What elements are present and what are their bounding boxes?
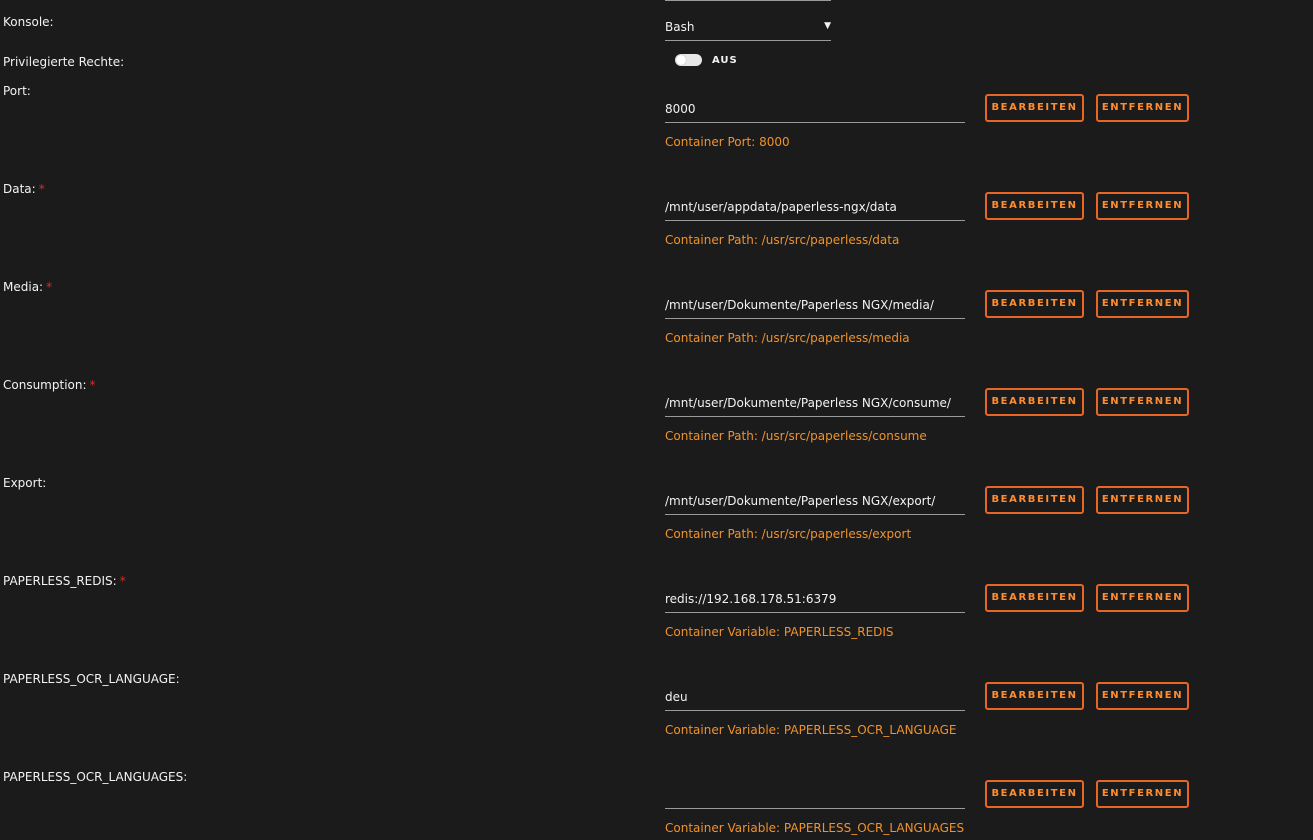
config-value-text: /mnt/user/appdata/paperless-ngx/data xyxy=(665,200,897,214)
remove-button[interactable]: ENTFERNEN xyxy=(1096,486,1189,514)
edit-button[interactable]: BEARBEITEN xyxy=(985,290,1084,318)
config-value-field[interactable]: 8000 xyxy=(665,98,965,123)
remove-button[interactable]: ENTFERNEN xyxy=(1096,94,1189,122)
remove-button[interactable]: ENTFERNEN xyxy=(1096,682,1189,710)
config-value-text: 8000 xyxy=(665,102,696,116)
config-label-text: Data: xyxy=(3,182,36,196)
config-value-field[interactable]: deu xyxy=(665,686,965,711)
toggle-knob xyxy=(676,55,686,65)
config-label: Media: * xyxy=(3,280,52,294)
config-value-text: deu xyxy=(665,690,688,704)
config-label-text: Consumption: xyxy=(3,378,87,392)
container-mapping-hint: Container Port: 8000 xyxy=(665,135,790,149)
edit-button[interactable]: BEARBEITEN xyxy=(985,682,1084,710)
config-label-text: PAPERLESS_REDIS: xyxy=(3,574,117,588)
edit-button[interactable]: BEARBEITEN xyxy=(985,388,1084,416)
privileged-toggle[interactable] xyxy=(675,54,702,66)
container-mapping-hint: Container Path: /usr/src/paperless/expor… xyxy=(665,527,912,541)
config-label: Consumption: * xyxy=(3,378,96,392)
edit-button[interactable]: BEARBEITEN xyxy=(985,192,1084,220)
container-mapping-hint: Container Path: /usr/src/paperless/consu… xyxy=(665,429,927,443)
remove-button[interactable]: ENTFERNEN xyxy=(1096,780,1189,808)
config-label: PAPERLESS_OCR_LANGUAGE: xyxy=(3,672,180,686)
config-label-text: PAPERLESS_OCR_LANGUAGE: xyxy=(3,672,180,686)
required-marker: * xyxy=(38,182,45,196)
edit-button[interactable]: BEARBEITEN xyxy=(985,584,1084,612)
container-settings-page: Konsole: Bash ▼ Privilegierte Rechte: AU… xyxy=(0,0,1313,840)
console-label: Konsole: xyxy=(3,15,54,29)
console-select[interactable]: Bash ▼ xyxy=(665,14,831,41)
config-value-text: redis://192.168.178.51:6379 xyxy=(665,592,837,606)
config-value-field[interactable]: /mnt/user/Dokumente/Paperless NGX/media/ xyxy=(665,294,965,319)
config-value-text: /mnt/user/Dokumente/Paperless NGX/consum… xyxy=(665,396,951,410)
config-label: Port: xyxy=(3,84,31,98)
console-select-value: Bash xyxy=(665,20,695,34)
privileged-label: Privilegierte Rechte: xyxy=(3,55,125,69)
container-mapping-hint: Container Path: /usr/src/paperless/data xyxy=(665,233,900,247)
config-value-text: /mnt/user/Dokumente/Paperless NGX/media/ xyxy=(665,298,934,312)
config-value-text: /mnt/user/Dokumente/Paperless NGX/export… xyxy=(665,494,936,508)
required-marker: * xyxy=(119,574,126,588)
container-mapping-hint: Container Path: /usr/src/paperless/media xyxy=(665,331,910,345)
config-label-text: Export: xyxy=(3,476,47,490)
container-mapping-hint: Container Variable: PAPERLESS_OCR_LANGUA… xyxy=(665,821,965,835)
config-value-field[interactable]: /mnt/user/Dokumente/Paperless NGX/consum… xyxy=(665,392,965,417)
config-value-field[interactable]: /mnt/user/Dokumente/Paperless NGX/export… xyxy=(665,490,965,515)
config-label: PAPERLESS_OCR_LANGUAGES: xyxy=(3,770,187,784)
config-label-text: PAPERLESS_OCR_LANGUAGES: xyxy=(3,770,188,784)
remove-button[interactable]: ENTFERNEN xyxy=(1096,192,1189,220)
required-marker: * xyxy=(46,280,53,294)
required-marker: * xyxy=(89,378,96,392)
container-mapping-hint: Container Variable: PAPERLESS_OCR_LANGUA… xyxy=(665,723,957,737)
privileged-toggle-state: AUS xyxy=(712,55,738,66)
edit-button[interactable]: BEARBEITEN xyxy=(985,780,1084,808)
config-value-field[interactable] xyxy=(665,784,965,809)
remove-button[interactable]: ENTFERNEN xyxy=(1096,290,1189,318)
remove-button[interactable]: ENTFERNEN xyxy=(1096,388,1189,416)
config-label: PAPERLESS_REDIS: * xyxy=(3,574,126,588)
previous-field-underline xyxy=(665,0,831,1)
edit-button[interactable]: BEARBEITEN xyxy=(985,94,1084,122)
config-label: Export: xyxy=(3,476,46,490)
config-value-field[interactable]: redis://192.168.178.51:6379 xyxy=(665,588,965,613)
remove-button[interactable]: ENTFERNEN xyxy=(1096,584,1189,612)
config-value-field[interactable]: /mnt/user/appdata/paperless-ngx/data xyxy=(665,196,965,221)
edit-button[interactable]: BEARBEITEN xyxy=(985,486,1084,514)
config-label: Data: * xyxy=(3,182,45,196)
config-label-text: Port: xyxy=(3,84,31,98)
config-label-text: Media: xyxy=(3,280,44,294)
chevron-down-icon: ▼ xyxy=(824,21,831,31)
container-mapping-hint: Container Variable: PAPERLESS_REDIS xyxy=(665,625,894,639)
